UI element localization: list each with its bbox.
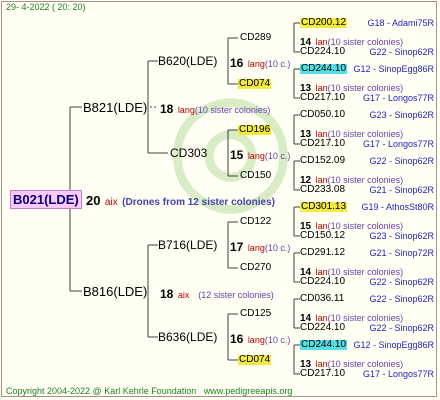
gen3-node-5[interactable]: CD122 — [240, 217, 271, 227]
gen2-info-2: 15 lang(10 c.) — [230, 148, 291, 162]
gen4-top-id[interactable]: CD244.10 — [300, 340, 348, 350]
gen4-bottom-id[interactable]: CD224.10 — [300, 277, 345, 287]
gen4-bottom-id[interactable]: CD233.08 — [300, 185, 345, 195]
gen4-bottom-info: G23 - Sinop62R — [369, 231, 434, 241]
gen4-bottom-id[interactable]: CD217.10 — [300, 93, 345, 103]
gen4-bottom-id[interactable]: CD217.10 — [300, 139, 345, 149]
gen4-bottom-info: G17 - Longos77R — [362, 139, 434, 149]
gen4-top-id[interactable]: CD200.12 — [300, 18, 348, 28]
gen4-bottom-id[interactable]: CD217.10 — [300, 369, 345, 379]
gen4-top-id[interactable]: CD291.12 — [300, 248, 345, 258]
gen4-top-info: G12 - SinopEgg86R — [353, 340, 434, 350]
root-info: 20 aix (Drones from 12 sister colonies) — [86, 193, 275, 208]
gen3-node-4[interactable]: CD150 — [240, 171, 271, 181]
gen2-info-3: 17 lang(10 c.) — [230, 240, 291, 254]
gen3-node-1[interactable]: CD289 — [240, 33, 271, 43]
gen3-node-6[interactable]: CD270 — [240, 263, 271, 273]
gen4-top-id[interactable]: CD301.13 — [300, 202, 348, 212]
gen2-node-1[interactable]: B620(LDE) — [158, 55, 217, 67]
gen4-top-info: G12 - SinopEgg86R — [353, 64, 434, 74]
gen4-bottom-info: G17 - Longos77R — [362, 93, 434, 103]
gen2-info-1: 16 lang(10 c.) — [230, 56, 291, 70]
gen4-bottom-info: G22 - Sinop62R — [369, 47, 434, 57]
gen4-top-info: G18 - Adami75R — [367, 18, 434, 28]
gen3-node-7[interactable]: CD125 — [240, 309, 271, 319]
timestamp: 29- 4-2022 ( 20: 20) — [6, 2, 86, 12]
gen4-bottom-info: G22 - Sinop62R — [369, 277, 434, 287]
gen4-bottom-info: G21 - Sinop62R — [369, 185, 434, 195]
gen2-info-4: 16 lang(10 c.) — [230, 332, 291, 346]
gen4-top-info: G23 - Sinop62R — [369, 110, 434, 120]
gen1-node-1[interactable]: B821(LDE) — [83, 101, 147, 114]
copyright-text: Copyright 2004-2022 @ Karl Kehrle Founda… — [6, 386, 293, 396]
site-link[interactable]: www.pedigreeapis.org — [204, 386, 293, 396]
gen3-node-3[interactable]: CD196 — [238, 125, 272, 135]
gen4-top-info: G21 - Sinop72R — [369, 248, 434, 258]
gen1-node-2[interactable]: B816(LDE) — [83, 285, 147, 298]
gen4-bottom-info: G22 - Sinop62R — [369, 323, 434, 333]
gen4-bottom-id[interactable]: CD224.10 — [300, 323, 345, 333]
gen2-node-2[interactable]: CD303 — [170, 147, 207, 159]
gen3-node-2[interactable]: CD074 — [238, 79, 272, 89]
gen4-top-id[interactable]: CD036.11 — [300, 294, 344, 304]
gen4-top-info: G22 - Sinop62R — [369, 294, 434, 304]
root-label: B021(LDE) — [10, 190, 82, 209]
root-queen[interactable]: B021(LDE) — [10, 190, 82, 209]
gen2-node-3[interactable]: B716(LDE) — [158, 239, 217, 251]
gen4-bottom-info: G17 - Longos77R — [362, 369, 434, 379]
gen1-info-1: 18 lang(10 sister colonies) — [160, 102, 271, 116]
gen4-bottom-id[interactable]: CD224.10 — [300, 47, 345, 57]
gen4-top-info: G19 - AthosSt80R — [361, 202, 434, 212]
gen4-bottom-id[interactable]: CD150.12 — [300, 231, 345, 241]
gen4-top-id[interactable]: CD152.09 — [300, 156, 345, 166]
gen3-node-8[interactable]: CD074 — [238, 355, 272, 365]
gen4-top-info: G22 - Sinop62R — [369, 156, 434, 166]
gen4-top-id[interactable]: CD244.10 — [300, 64, 348, 74]
gen1-info-2: 18 aix (12 sister colonies) — [160, 287, 274, 301]
gen2-node-4[interactable]: B636(LDE) — [158, 331, 217, 343]
gen4-top-id[interactable]: CD050.10 — [300, 110, 345, 120]
